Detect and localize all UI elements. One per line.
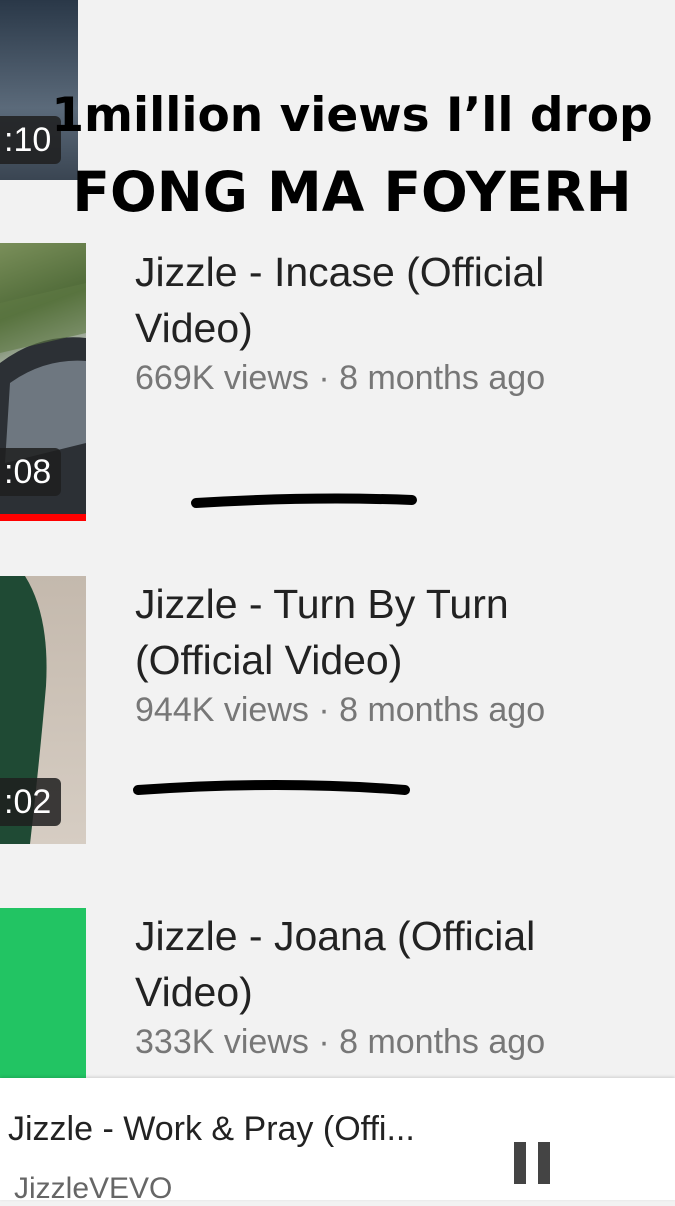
mini-player-channel: JizzleVEVO <box>14 1172 173 1205</box>
watch-progress-bar <box>0 514 86 521</box>
video-thumbnail[interactable] <box>0 908 86 1078</box>
video-thumbnail[interactable]: :02 <box>0 576 86 844</box>
video-meta: 669K views · 8 months ago <box>135 359 546 397</box>
underline-scribble <box>133 780 410 795</box>
video-meta: 944K views · 8 months ago <box>135 691 546 729</box>
video-title[interactable]: Jizzle - Turn By Turn (Official Video) <box>135 576 655 688</box>
mini-player-title: Jizzle - Work & Pray (Offi... <box>8 1110 415 1148</box>
video-duration: :08 <box>0 448 62 496</box>
overlay-caption-line1: 1million views I’ll drop <box>51 88 653 143</box>
video-thumbnail[interactable]: :08 <box>0 243 86 521</box>
overlay-caption-line2: FONG MA FOYERH <box>72 160 632 224</box>
mini-player[interactable]: Jizzle - Work & Pray (Offi... JizzleVEVO <box>0 1078 675 1205</box>
video-meta: 333K views · 8 months ago <box>135 1023 546 1061</box>
video-duration: :02 <box>0 778 62 826</box>
pause-icon[interactable] <box>514 1142 552 1184</box>
video-title[interactable]: Jizzle - Incase (Official Video) <box>135 244 655 356</box>
video-title[interactable]: Jizzle - Joana (Official Video) <box>135 908 655 1020</box>
underline-scribble <box>191 493 417 508</box>
